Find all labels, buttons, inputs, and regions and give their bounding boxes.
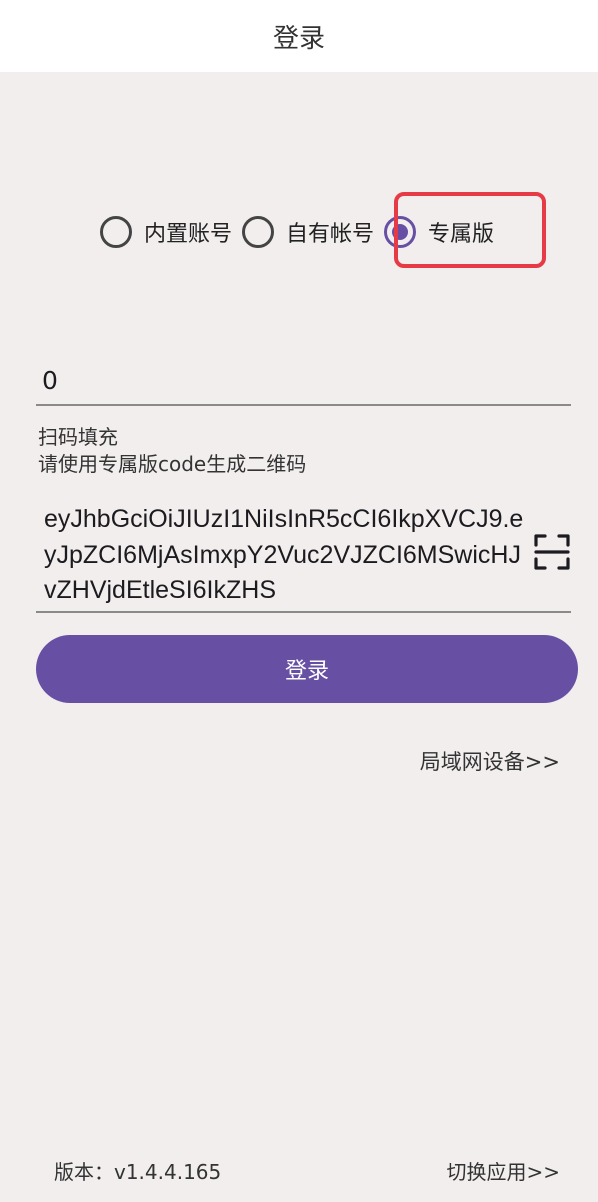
scan-hint: 扫码填充 请使用专属版code生成二维码 [38, 424, 306, 478]
scan-frame-icon[interactable] [534, 534, 570, 570]
radio-label-own-account: 自有帐号 [286, 222, 375, 247]
page-title: 登录 [272, 23, 325, 54]
scan-fill-label: 扫码填充 [38, 425, 118, 449]
id-input[interactable] [36, 356, 571, 404]
radio-checked-icon[interactable] [384, 216, 417, 248]
radio-own-account[interactable]: 自有帐号 [242, 216, 384, 248]
radio-builtin-account[interactable]: 内置账号 [100, 216, 242, 248]
code-field[interactable]: eyJhbGciOiJIUzI1NiIsInR5cCI6IkpXVCJ9.eyJ… [36, 502, 571, 613]
top-bar: 登录 [0, 0, 598, 72]
login-page: 登录 内置账号 自有帐号 专属版 扫码填充 请使用专属版code生成二维码 ey… [0, 0, 598, 1202]
radio-unchecked-icon[interactable] [100, 216, 132, 248]
radio-label-builtin-account: 内置账号 [144, 222, 233, 247]
login-type-radio-group: 内置账号 自有帐号 专属版 [100, 208, 504, 256]
switch-app-link[interactable]: 切换应用>> [446, 1156, 560, 1185]
login-button[interactable]: 登录 [36, 635, 578, 703]
id-field [36, 356, 571, 406]
radio-exclusive-edition[interactable]: 专属版 [384, 216, 504, 248]
radio-unchecked-icon[interactable] [242, 216, 275, 248]
code-input[interactable]: eyJhbGciOiJIUzI1NiIsInR5cCI6IkpXVCJ9.eyJ… [44, 502, 524, 610]
radio-label-exclusive-edition: 专属版 [428, 222, 495, 247]
version-text: 版本：v1.4.4.165 [54, 1160, 222, 1184]
lan-devices-link[interactable]: 局域网设备>> [420, 746, 560, 776]
qr-code-hint-text: 请使用专属版code生成二维码 [38, 452, 307, 476]
